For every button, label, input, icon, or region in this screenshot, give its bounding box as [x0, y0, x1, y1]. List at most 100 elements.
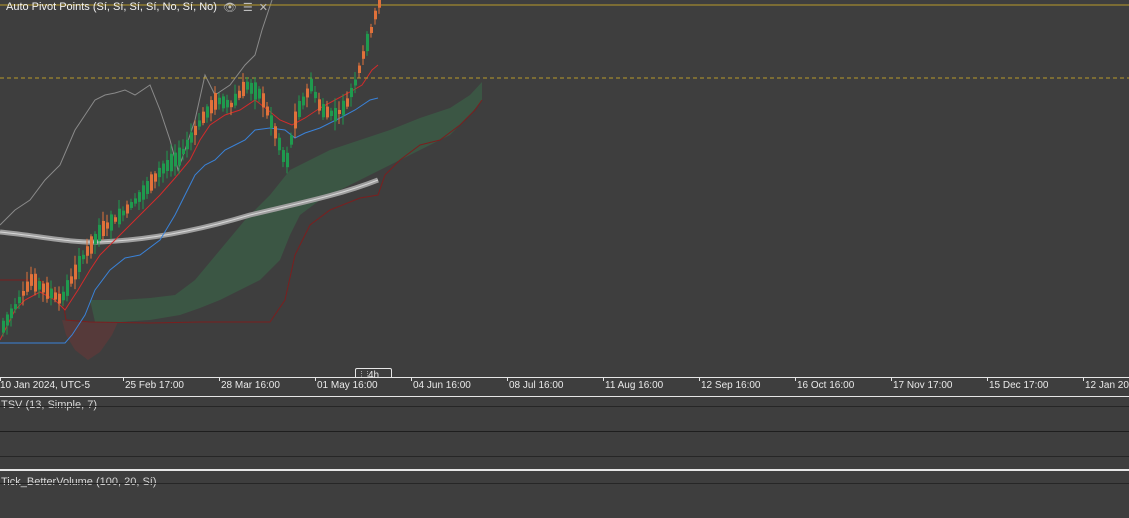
candle-body: [106, 222, 109, 229]
candle-body: [302, 96, 305, 106]
candle-body: [222, 96, 225, 109]
candle-body: [294, 111, 297, 129]
time-axis-label: 01 May 16:00: [317, 380, 378, 391]
candle-body: [230, 102, 233, 108]
candle-body: [162, 163, 165, 174]
candle-body: [34, 273, 37, 292]
candle-body: [366, 33, 369, 52]
candle-body: [338, 109, 341, 115]
candle-body: [322, 104, 325, 118]
tick-volume-pane-title: Tick_BetterVolume (100, 20, Sí): [1, 476, 157, 488]
time-tick-mark: [315, 378, 316, 381]
candle-body: [358, 65, 361, 74]
time-axis-label: 04 Jun 16:00: [413, 380, 471, 391]
candle-body: [286, 152, 289, 168]
time-axis-label: 12 Jan 202: [1085, 380, 1129, 391]
candle-body: [22, 290, 25, 296]
candle-body: [198, 120, 201, 127]
time-tick-mark: [795, 378, 796, 381]
candle-body: [214, 92, 217, 110]
close-icon[interactable]: ✕: [259, 1, 268, 14]
tick-volume-pane[interactable]: Tick_BetterVolume (100, 20, Sí): [0, 471, 1129, 518]
tsv-level-line: [0, 456, 1129, 457]
candle-body: [218, 97, 221, 105]
candle-body: [142, 185, 145, 200]
candle-body: [166, 160, 169, 171]
time-axis-label: 11 Aug 16:00: [605, 380, 664, 391]
time-tick-mark: [603, 378, 604, 381]
candle-body: [82, 254, 85, 260]
candle-body: [42, 283, 45, 293]
candle-body: [202, 111, 205, 124]
candle-body: [298, 100, 301, 118]
indicator-title: Auto Pivot Points (Sí, Sí, Sí, Sí, No, S…: [6, 1, 217, 13]
time-tick-mark: [987, 378, 988, 381]
candle-body: [262, 93, 265, 108]
price-chart[interactable]: Auto Pivot Points (Sí, Sí, Sí, Sí, No, S…: [0, 0, 1129, 378]
candle-body: [186, 139, 189, 150]
candle-body: [146, 181, 149, 194]
candle-body: [314, 91, 317, 99]
candle-body: [110, 214, 113, 231]
candle-body: [138, 192, 141, 202]
price-chart-canvas[interactable]: [0, 0, 1129, 378]
candle-body: [290, 135, 293, 145]
candle-body: [326, 106, 329, 118]
candle-body: [278, 137, 281, 151]
candle-body: [354, 79, 357, 86]
candle-body: [282, 150, 285, 162]
tsv-pane-title: TSV (13, Simple, 7): [1, 399, 97, 411]
candle-body: [98, 224, 101, 242]
candle-body: [370, 26, 373, 34]
candle-body: [78, 255, 81, 273]
candle-body: [270, 115, 273, 129]
ichimoku-cloud-bearish: [62, 320, 118, 360]
candle-body: [194, 125, 197, 136]
candle-body: [310, 78, 313, 92]
candle-body: [118, 208, 121, 225]
candle-body: [26, 281, 29, 292]
candle-body: [14, 304, 17, 310]
candle-body: [174, 152, 177, 167]
candle-body: [334, 107, 337, 122]
candle-body: [238, 90, 241, 98]
candle-body: [102, 220, 105, 237]
candle-body: [6, 314, 9, 326]
candle-body: [374, 10, 377, 20]
candle-body: [54, 292, 57, 300]
eye-icon[interactable]: 👁: [223, 1, 237, 14]
tick-volume-level-line: [0, 483, 1129, 484]
candle-body: [318, 99, 321, 111]
time-axis-label: 17 Nov 17:00: [893, 380, 953, 391]
tsv-pane[interactable]: TSV (13, Simple, 7): [0, 396, 1129, 469]
candle-body: [90, 236, 93, 254]
time-axis-label: 08 Jul 16:00: [509, 380, 564, 391]
candle-body: [246, 81, 249, 90]
candle-body: [74, 264, 77, 280]
candle-body: [346, 98, 349, 107]
candle-body: [210, 100, 213, 114]
candle-body: [234, 93, 237, 106]
candle-body: [206, 106, 209, 118]
indicator-header[interactable]: Auto Pivot Points (Sí, Sí, Sí, Sí, No, S…: [6, 0, 268, 14]
time-axis-label: 16 Oct 16:00: [797, 380, 855, 391]
candle-body: [226, 99, 229, 108]
time-axis-label: 12 Sep 16:00: [701, 380, 761, 391]
candle-body: [250, 82, 253, 94]
time-axis-label: 25 Feb 17:00: [125, 380, 184, 391]
sliders-icon[interactable]: ☰: [243, 1, 253, 14]
time-axis-label: 28 Mar 16:00: [221, 380, 280, 391]
candle-body: [154, 173, 157, 182]
candle-body: [330, 110, 333, 117]
candle-body: [350, 87, 353, 98]
time-tick-mark: [699, 378, 700, 381]
candle-body: [306, 88, 309, 98]
candle-body: [134, 198, 137, 204]
time-axis-label: 10 Jan 2024, UTC-5: [0, 380, 91, 391]
tsv-level-line: [0, 406, 1129, 407]
candle-body: [46, 282, 49, 299]
candle-body: [70, 276, 73, 284]
time-axis[interactable]: 10 Jan 2024, UTC-5 25 Feb 17:00 28 Mar 1…: [0, 377, 1129, 397]
time-tick-mark: [507, 378, 508, 381]
candle-body: [38, 281, 41, 290]
